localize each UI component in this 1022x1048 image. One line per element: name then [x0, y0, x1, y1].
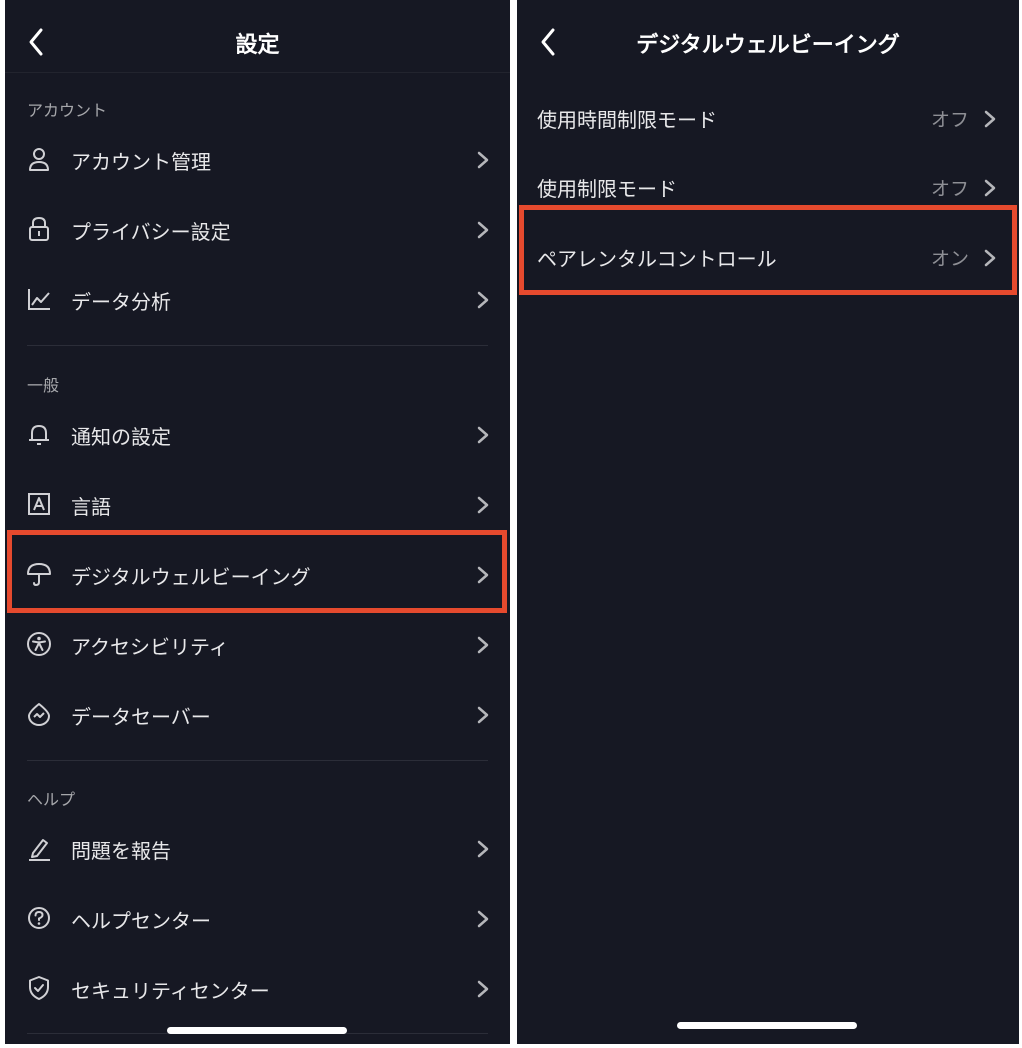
settings-item-label: データ分析 — [71, 290, 171, 314]
settings-item-label: アカウント管理 — [71, 150, 211, 174]
settings-item-help-center[interactable]: ヘルプセンター — [5, 889, 510, 949]
chevron-right-icon — [476, 839, 490, 859]
settings-header: 設定 — [5, 0, 510, 72]
chevron-right-icon — [476, 495, 490, 515]
page-title: デジタルウェルビーイング — [636, 33, 900, 58]
wellbeing-item-screen-time-limit[interactable]: 使用時間制限モード オフ — [517, 87, 1019, 147]
chevron-right-icon — [476, 635, 490, 655]
settings-item-label: セキュリティセンター — [71, 979, 270, 1003]
settings-item-notifications[interactable]: 通知の設定 — [5, 405, 510, 465]
highlight-box — [519, 205, 1017, 295]
section-divider — [27, 345, 488, 346]
help-icon — [25, 904, 53, 932]
chevron-right-icon — [476, 150, 490, 170]
section-title-help: ヘルプ — [27, 790, 76, 809]
digital-wellbeing-panel: デジタルウェルビーイング 使用時間制限モード オフ 使用制限モード オフ ペアレ… — [517, 0, 1019, 1044]
settings-item-label: データセーバー — [71, 705, 211, 729]
wellbeing-header: デジタルウェルビーイング — [517, 0, 1019, 72]
settings-item-language[interactable]: 言語 — [5, 475, 510, 535]
settings-item-label: 言語 — [71, 495, 111, 519]
chevron-right-icon — [476, 290, 490, 310]
section-divider — [27, 760, 488, 761]
highlight-box — [7, 530, 507, 613]
header-divider — [5, 72, 510, 73]
settings-item-analytics[interactable]: データ分析 — [5, 270, 510, 330]
settings-item-accessibility[interactable]: アクセシビリティ — [5, 615, 510, 675]
settings-item-report-problem[interactable]: 問題を報告 — [5, 819, 510, 879]
pencil-icon — [25, 834, 53, 862]
person-icon — [25, 145, 53, 173]
wellbeing-item-value: オフ — [930, 178, 969, 200]
chevron-right-icon — [476, 705, 490, 725]
wellbeing-item-label: 使用制限モード — [537, 177, 677, 201]
home-indicator — [677, 1022, 857, 1029]
settings-item-privacy[interactable]: プライバシー設定 — [5, 200, 510, 260]
settings-item-label: プライバシー設定 — [71, 220, 231, 244]
data-saver-icon — [25, 700, 53, 728]
settings-item-label: 問題を報告 — [71, 839, 171, 863]
chevron-right-icon — [476, 979, 490, 999]
settings-item-data-saver[interactable]: データセーバー — [5, 685, 510, 745]
home-indicator — [167, 1027, 347, 1034]
shield-icon — [25, 974, 53, 1002]
section-title-account: アカウント — [27, 101, 108, 120]
chevron-right-icon — [983, 178, 997, 198]
accessibility-icon — [25, 630, 53, 658]
chevron-right-icon — [476, 909, 490, 929]
settings-item-label: 通知の設定 — [71, 425, 171, 449]
wellbeing-item-value: オフ — [930, 109, 969, 131]
settings-item-account-management[interactable]: アカウント管理 — [5, 130, 510, 190]
chevron-right-icon — [476, 425, 490, 445]
bell-icon — [25, 420, 53, 448]
chevron-right-icon — [983, 109, 997, 129]
settings-item-security-center[interactable]: セキュリティセンター — [5, 959, 510, 1019]
wellbeing-item-label: 使用時間制限モード — [537, 108, 717, 132]
settings-item-label: ヘルプセンター — [71, 909, 211, 933]
lock-icon — [25, 215, 53, 243]
settings-panel: 設定 アカウント アカウント管理 プライバシー設定 データ分析 一般 通知の設定 — [5, 0, 510, 1044]
section-title-general: 一般 — [27, 376, 60, 395]
chevron-right-icon — [476, 220, 490, 240]
settings-item-label: アクセシビリティ — [71, 635, 229, 659]
language-icon — [25, 490, 53, 518]
analytics-icon — [25, 285, 53, 313]
page-title: 設定 — [235, 33, 280, 58]
